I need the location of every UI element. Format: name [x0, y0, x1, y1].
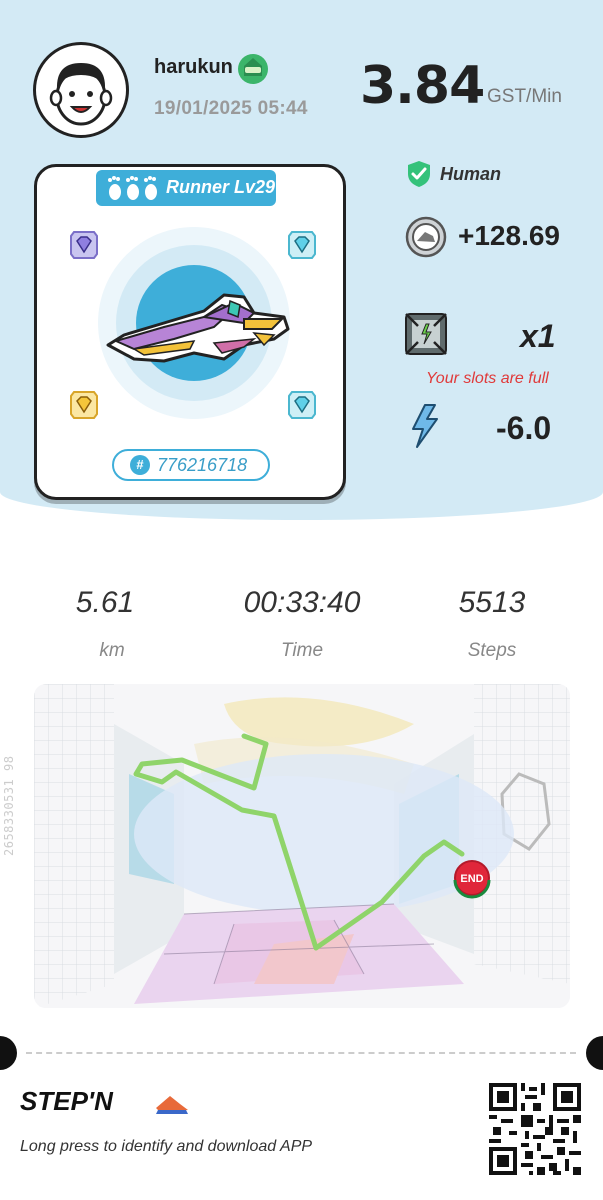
- end-marker-icon: END: [453, 860, 491, 899]
- gem-socket-yellow-icon[interactable]: [70, 390, 98, 420]
- hash-icon: #: [130, 455, 150, 475]
- brand-name: STEP'N: [20, 1086, 114, 1116]
- avatar-face-icon: [49, 63, 113, 126]
- gst-earned: +128.69: [458, 220, 560, 251]
- green-badge-icon: [238, 54, 268, 84]
- footprints-icon: [108, 176, 157, 200]
- qr-code[interactable]: [489, 1083, 581, 1175]
- sneaker-image: [98, 227, 290, 419]
- mystery-box-count: x1: [520, 318, 556, 354]
- serial-number: 2658330531 98: [2, 755, 16, 856]
- gst-token-icon: [405, 216, 447, 258]
- mystery-box-icon[interactable]: [404, 312, 448, 356]
- route-map[interactable]: END: [34, 684, 570, 1008]
- human-verified-label: Human: [440, 164, 502, 184]
- time-label: Time: [280, 640, 324, 661]
- gem-socket-purple-icon[interactable]: [70, 230, 98, 260]
- avatar[interactable]: [33, 42, 129, 138]
- gem-socket-cyan-icon[interactable]: [288, 230, 316, 260]
- dashed-divider: [26, 1052, 576, 1054]
- run-datetime: 19/01/2025 05:44: [154, 98, 308, 119]
- ticket-notch-right: [586, 1036, 603, 1070]
- stepn-logo: STEP'N: [20, 1086, 188, 1116]
- end-label: END: [460, 873, 483, 885]
- slots-full-warning: Your slots are full: [426, 370, 549, 387]
- distance-label: km: [99, 640, 125, 661]
- earning-unit: GST/Min: [487, 86, 562, 107]
- steps-value: 5513: [458, 586, 526, 619]
- energy-used: -6.0: [496, 410, 552, 446]
- ticket-notch-left: [0, 1036, 17, 1070]
- download-tagline: Long press to identify and download APP: [20, 1138, 313, 1155]
- shield-check-icon: [408, 161, 430, 187]
- time-value: 00:33:40: [243, 586, 361, 619]
- route-map-art: END: [34, 684, 570, 1008]
- gem-socket-cyan-icon-2[interactable]: [288, 390, 316, 420]
- sneaker-id: 776216718: [157, 455, 248, 475]
- username: harukun: [154, 56, 233, 78]
- energy-bolt-icon: [412, 404, 438, 448]
- sneaker-level: Runner Lv29: [166, 177, 276, 197]
- earning-rate: 3.84: [360, 56, 485, 116]
- steps-label: Steps: [467, 640, 517, 661]
- distance-value: 5.61: [75, 586, 135, 619]
